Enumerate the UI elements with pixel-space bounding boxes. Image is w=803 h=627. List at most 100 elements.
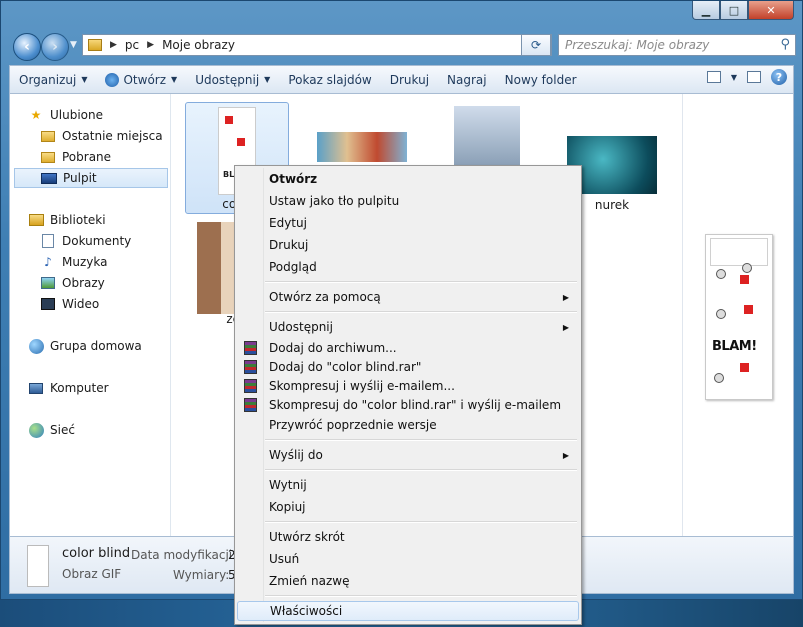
comic-blam-text: BLAM! [712, 339, 757, 354]
menu-item-share[interactable]: Udostępnij ▶ [237, 317, 579, 337]
sidebar-item-downloads[interactable]: Pobrane [14, 147, 168, 167]
computer-icon [28, 380, 44, 396]
search-input[interactable]: Przeszukaj: Moje obrazy ⚲ [558, 34, 796, 56]
help-icon[interactable]: ? [771, 69, 787, 85]
close-button[interactable]: ✕ [748, 1, 794, 20]
menu-item-compress-rar-email[interactable]: Skompresuj do "color blind.rar" i wyślij… [237, 395, 579, 415]
menu-item-send-to[interactable]: Wyślij do ▶ [237, 445, 579, 465]
sidebar-item-computer[interactable]: Komputer [14, 378, 168, 398]
menu-separator [265, 281, 577, 283]
sidebar-item-documents[interactable]: Dokumenty [14, 231, 168, 251]
sidebar-item-favorites[interactable]: ★ Ulubione [14, 105, 168, 125]
menu-item-restore-versions[interactable]: Przywróć poprzednie wersje [237, 415, 579, 435]
sidebar-item-recent[interactable]: Ostatnie miejsca [14, 126, 168, 146]
chevron-down-icon: ▼ [171, 75, 178, 84]
change-view-icon[interactable] [706, 71, 721, 83]
menu-item-rename[interactable]: Zmień nazwę [237, 571, 579, 591]
sidebar-item-desktop[interactable]: Pulpit [14, 168, 168, 188]
winrar-icon [244, 341, 257, 355]
sidebar-item-music[interactable]: ♪ Muzyka [14, 252, 168, 272]
menu-item-create-shortcut[interactable]: Utwórz skrót [237, 527, 579, 547]
breadcrumb-moje-obrazy[interactable]: Moje obrazy [162, 38, 235, 52]
menu-item-preview[interactable]: Podgląd [237, 257, 579, 277]
details-modified-label: Data modyfikacji: [131, 548, 237, 562]
network-icon [28, 422, 44, 438]
documents-icon [40, 233, 56, 249]
minimize-button[interactable]: ▁ [692, 1, 720, 20]
menu-separator [265, 311, 577, 313]
menu-item-compress-email[interactable]: Skompresuj i wyślij e-mailem... [237, 376, 579, 396]
menu-item-open-with[interactable]: Otwórz za pomocą ▶ [237, 287, 579, 307]
winrar-icon [244, 398, 257, 412]
sidebar-item-videos[interactable]: Wideo [14, 294, 168, 314]
details-size-label: Wymiary: [173, 568, 230, 582]
burn-button[interactable]: Nagraj [438, 66, 496, 93]
comic-figure [742, 263, 752, 273]
chevron-down-icon: ▼ [264, 75, 271, 84]
view-dropdown-icon[interactable]: ▼ [731, 73, 737, 82]
menu-separator [265, 521, 577, 523]
address-bar[interactable]: ▶ pc ▶ Moje obrazy ▼ [82, 34, 552, 56]
menu-item-edit[interactable]: Edytuj [237, 213, 579, 233]
menu-item-properties[interactable]: Właściwości [237, 601, 579, 621]
organize-button[interactable]: Organizuj ▼ [10, 66, 96, 93]
preview-pane-icon[interactable] [747, 71, 761, 83]
menu-item-cut[interactable]: Wytnij [237, 475, 579, 495]
breadcrumb-arrow-icon[interactable]: ▶ [110, 40, 117, 50]
comic-panel [710, 238, 768, 266]
submenu-arrow-icon: ▶ [562, 292, 569, 302]
search-icon[interactable]: ⚲ [780, 35, 790, 55]
menu-separator [265, 439, 577, 441]
window-controls: ▁ □ ✕ [692, 1, 794, 20]
menu-item-copy[interactable]: Kopiuj [237, 497, 579, 517]
recent-pages-chevron-icon[interactable]: ▼ [70, 40, 77, 50]
back-button[interactable]: ‹ [13, 33, 41, 61]
recent-places-icon [40, 128, 56, 144]
music-icon: ♪ [44, 255, 52, 269]
submenu-arrow-icon: ▶ [562, 450, 569, 460]
menu-item-add-rar[interactable]: Dodaj do "color blind.rar" [237, 357, 579, 377]
print-button[interactable]: Drukuj [381, 66, 438, 93]
maximize-button[interactable]: □ [720, 1, 748, 20]
comic-figure [716, 269, 726, 279]
winrar-icon [244, 360, 257, 374]
comic-figure [740, 363, 749, 372]
navigation-pane: ★ Ulubione Ostatnie miejsca Pobrane Pulpi… [10, 94, 171, 536]
breadcrumb-arrow-icon[interactable]: ▶ [147, 40, 154, 50]
downloads-folder-icon [40, 149, 56, 165]
breadcrumb-pc[interactable]: pc [125, 38, 139, 52]
comic-figure [716, 309, 726, 319]
forward-button[interactable]: › [41, 33, 69, 61]
comic-figure [714, 373, 724, 383]
videos-icon [40, 296, 56, 312]
share-button[interactable]: Udostępnij ▼ [186, 66, 279, 93]
sidebar-item-network[interactable]: Sieć [14, 420, 168, 440]
menu-item-print[interactable]: Drukuj [237, 235, 579, 255]
chevron-down-icon: ▼ [81, 75, 88, 84]
pictures-icon [40, 275, 56, 291]
new-folder-button[interactable]: Nowy folder [496, 66, 586, 93]
city-thumbnail [454, 106, 520, 166]
menu-item-add-archive[interactable]: Dodaj do archiwum... [237, 338, 579, 358]
star-icon: ★ [30, 108, 42, 122]
comic-figure [740, 275, 749, 284]
menu-item-open[interactable]: Otwórz [237, 169, 579, 189]
sidebar-item-libraries[interactable]: Biblioteki [14, 210, 168, 230]
slideshow-button[interactable]: Pokaz slajdów [279, 66, 380, 93]
sidebar-item-homegroup[interactable]: Grupa domowa [14, 336, 168, 356]
command-bar: Organizuj ▼ Otwórz ▼ Udostępnij ▼ Pokaz sla… [9, 65, 794, 94]
libraries-icon [28, 212, 44, 228]
open-button[interactable]: Otwórz ▼ [96, 66, 186, 93]
file-type-icon [27, 545, 49, 587]
preview-pane: BLAM! [682, 94, 793, 536]
menu-item-set-wallpaper[interactable]: Ustaw jako tło pulpitu [237, 191, 579, 211]
comic-figure [744, 305, 753, 314]
menu-item-delete[interactable]: Usuń [237, 549, 579, 569]
details-file-type: Obraz GIF [62, 567, 122, 581]
comic-preview-image: BLAM! [705, 234, 773, 400]
folder-icon [88, 39, 102, 51]
sidebar-item-pictures[interactable]: Obrazy [14, 273, 168, 293]
desktop-icon [41, 170, 57, 186]
navigation-bar: ‹ › ▼ ▶ pc ▶ Moje obrazy ▼ ⟳ Przeszukaj:… [9, 31, 796, 61]
refresh-button[interactable]: ⟳ [521, 34, 551, 56]
